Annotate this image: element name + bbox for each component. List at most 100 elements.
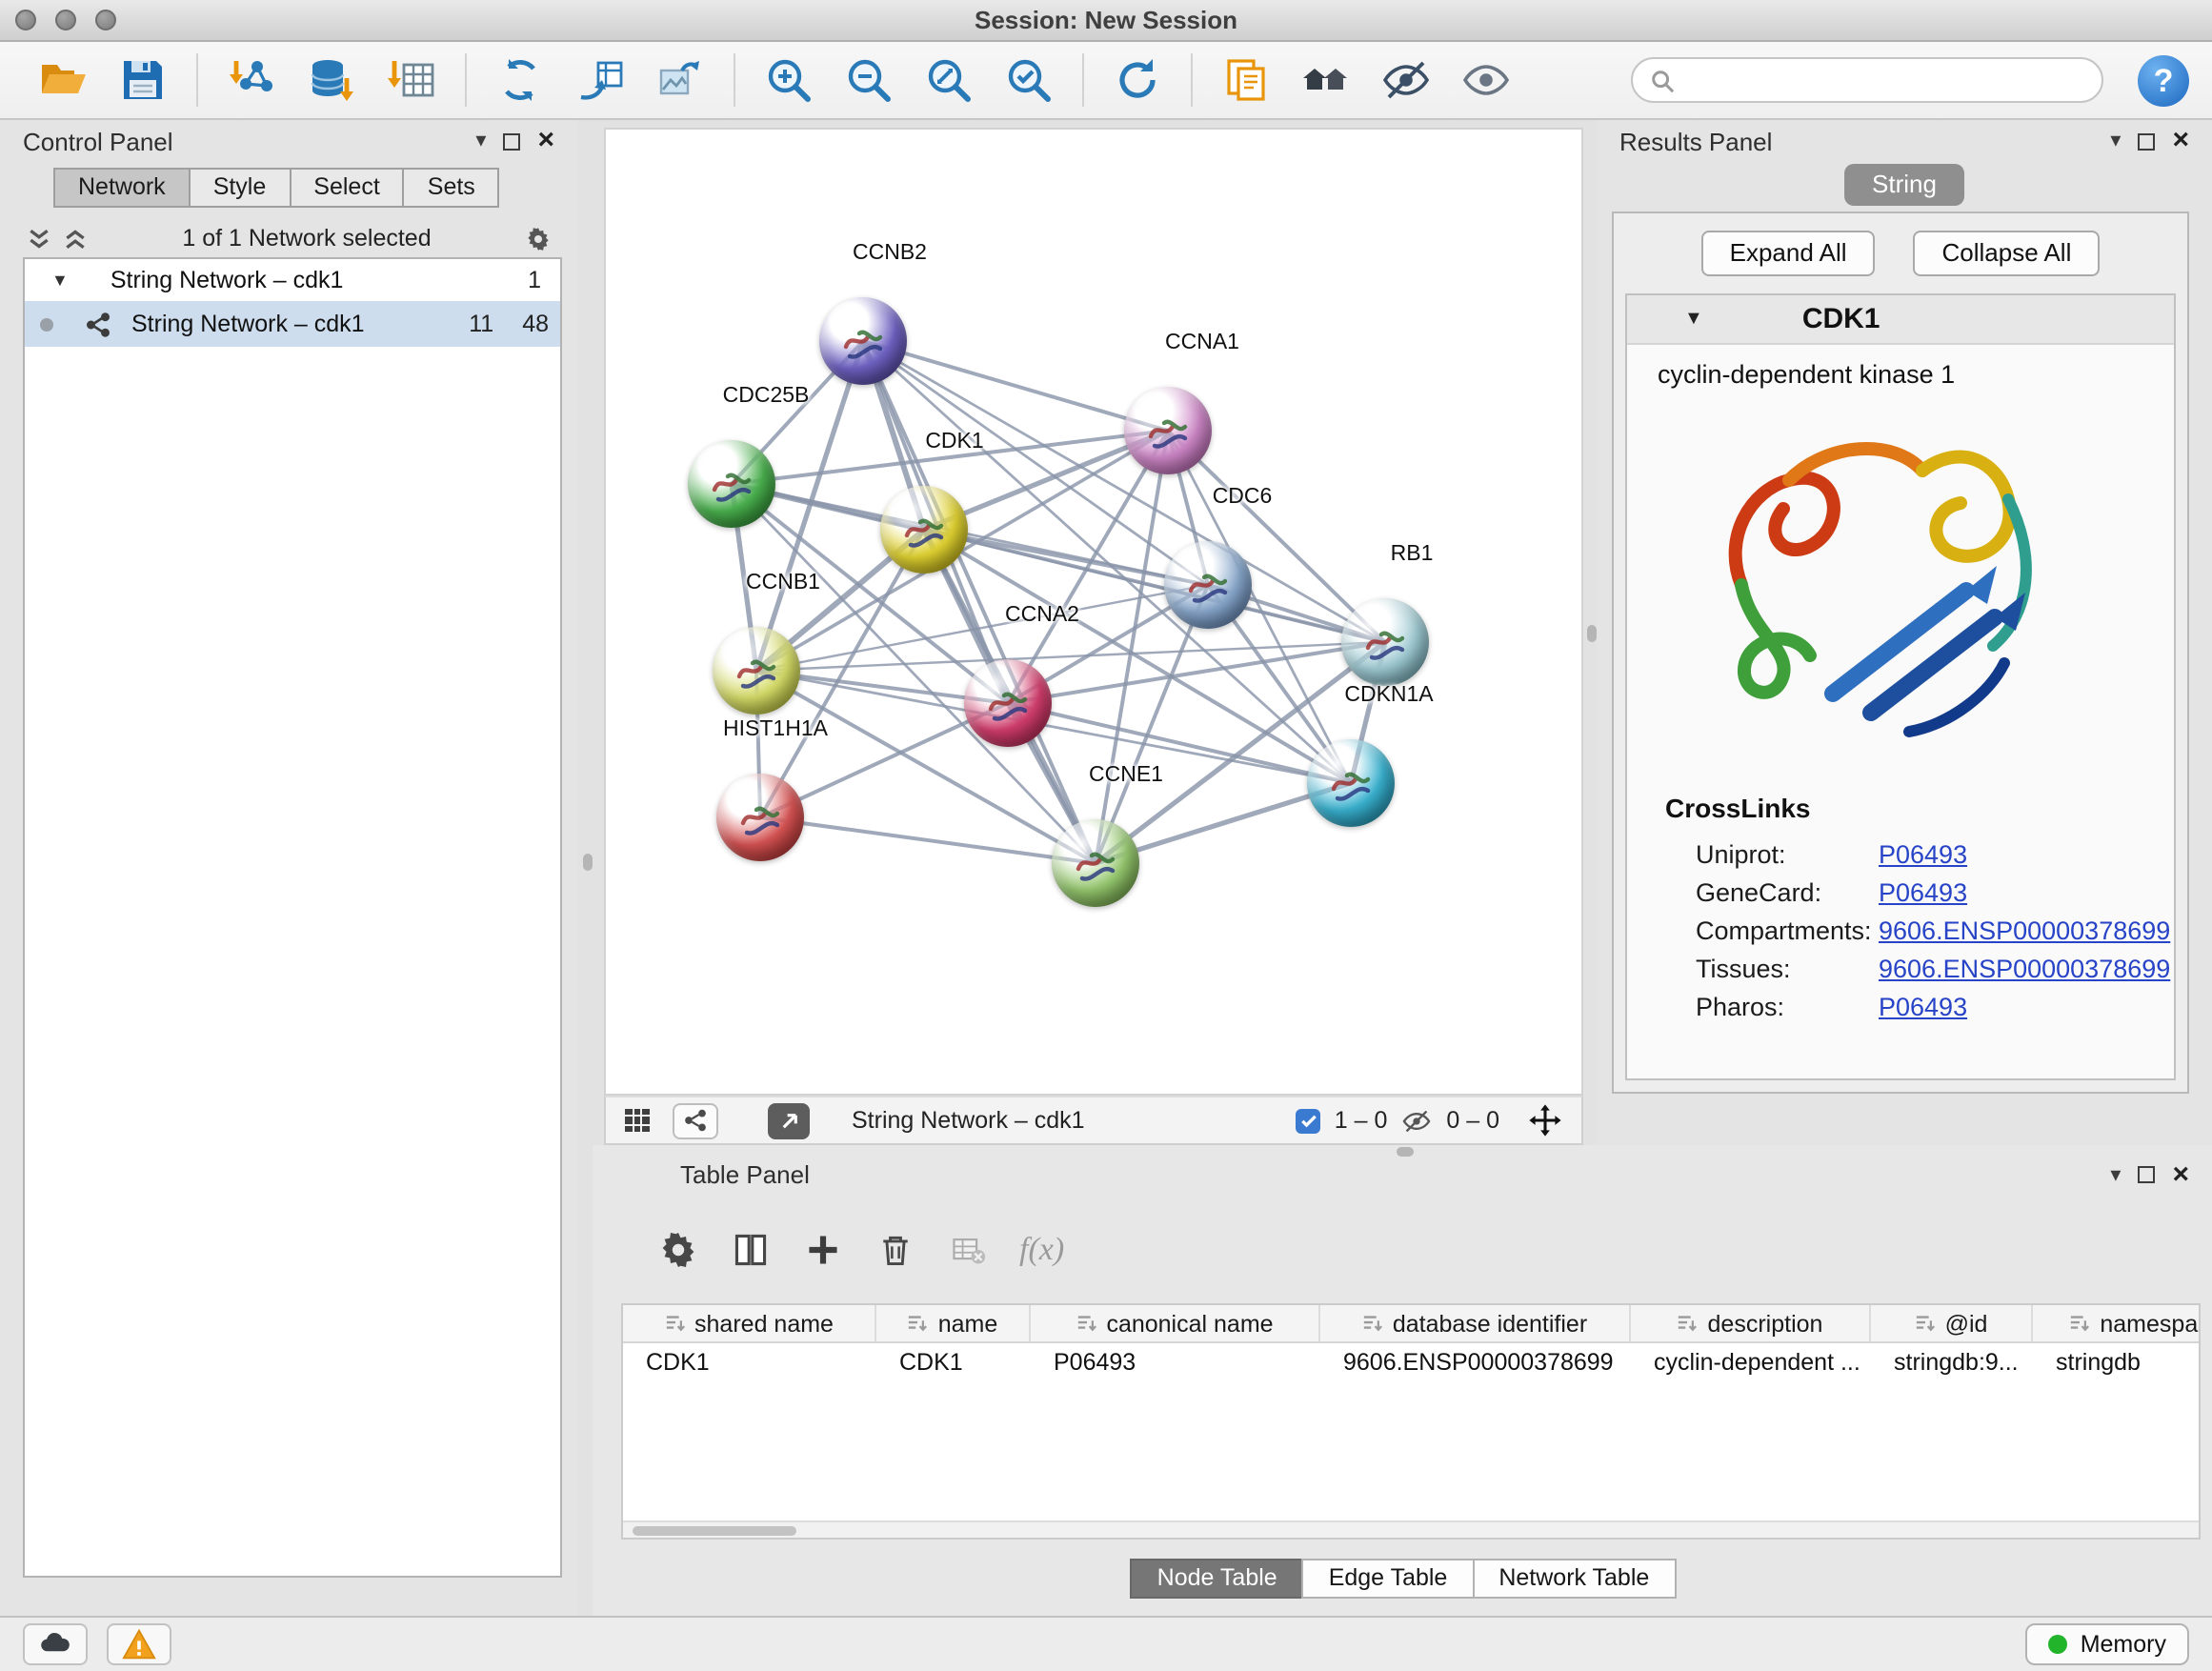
network-row[interactable]: String Network – cdk1 11 48 xyxy=(25,301,560,347)
crosslink-link[interactable]: P06493 xyxy=(1879,839,1967,868)
column-header-description[interactable]: description xyxy=(1631,1305,1871,1341)
table-horizontal-scrollbar[interactable] xyxy=(623,1520,2199,1538)
birdseye-home-button[interactable] xyxy=(1297,51,1355,109)
crosslink-link[interactable]: P06493 xyxy=(1879,877,1967,906)
collapse-all-button[interactable]: Collapse All xyxy=(1914,231,2101,276)
close-panel-icon[interactable]: × xyxy=(2172,1163,2189,1186)
crosslink-link[interactable]: 9606.ENSP00000378699 xyxy=(1879,916,2170,944)
string-results-tab[interactable]: String xyxy=(1843,164,1965,206)
crosslink-link[interactable]: 9606.ENSP00000378699 xyxy=(1879,954,2170,982)
zoom-in-button[interactable] xyxy=(760,51,817,109)
tab-sets[interactable]: Sets xyxy=(403,168,500,208)
protein-details-scroll[interactable]: ▼ CDK1 cyclin-dependent kinase 1 xyxy=(1625,293,2176,1080)
expand-all-button[interactable]: Expand All xyxy=(1701,231,1876,276)
import-network-from-file-button[interactable] xyxy=(223,51,280,109)
annotations-button[interactable] xyxy=(1217,51,1275,109)
tab-select[interactable]: Select xyxy=(289,168,405,208)
collection-expander-icon[interactable]: ▼ xyxy=(51,271,69,290)
network-edge-CCNB2-CCNA1[interactable] xyxy=(863,341,1168,431)
maximize-panel-icon[interactable] xyxy=(503,132,520,150)
float-panel-icon[interactable]: ▾ xyxy=(2110,131,2121,151)
tab-network[interactable]: Network xyxy=(53,168,191,208)
gear-icon[interactable] xyxy=(526,226,551,251)
expand-all-icon[interactable] xyxy=(63,226,88,251)
zoom-selected-button[interactable] xyxy=(1000,51,1057,109)
network-node-CDKN1A[interactable] xyxy=(1307,739,1395,827)
function-builder-button[interactable]: f(x) xyxy=(1019,1231,1064,1269)
network-node-CCNB1[interactable] xyxy=(713,627,800,715)
network-node-HIST1H1A[interactable] xyxy=(716,774,804,861)
clone-network-with-table-button[interactable] xyxy=(572,51,629,109)
network-edge-CCNA2-CDKN1A[interactable] xyxy=(1008,703,1351,783)
network-edge-CCNB2-CCNE1[interactable] xyxy=(863,341,1096,863)
network-edge-HIST1H1A-CCNE1[interactable] xyxy=(760,817,1096,863)
window-zoom-button[interactable] xyxy=(95,10,116,30)
refresh-layout-button[interactable] xyxy=(1109,51,1166,109)
network-node-CDC6[interactable] xyxy=(1164,541,1252,629)
import-network-from-database-button[interactable] xyxy=(303,51,360,109)
network-overview-button[interactable] xyxy=(673,1102,718,1138)
warnings-button[interactable] xyxy=(107,1623,171,1665)
open-session-button[interactable] xyxy=(34,51,91,109)
hide-selected-button[interactable] xyxy=(1377,51,1435,109)
search-input[interactable] xyxy=(1686,66,2084,94)
show-all-button[interactable] xyxy=(1458,51,1515,109)
table-settings-button[interactable] xyxy=(657,1229,699,1271)
network-node-CDC25B[interactable] xyxy=(688,440,775,528)
tab-edge-table[interactable]: Edge Table xyxy=(1302,1559,1475,1599)
network-node-label: CDC6 xyxy=(1213,486,1273,509)
tab-node-table[interactable]: Node Table xyxy=(1131,1559,1304,1599)
crosslink-link[interactable]: P06493 xyxy=(1879,992,1967,1020)
export-network-image-button[interactable] xyxy=(652,51,709,109)
tab-network-table[interactable]: Network Table xyxy=(1472,1559,1676,1599)
network-node-CDK1[interactable] xyxy=(880,486,968,574)
protein-section-header[interactable]: ▼ CDK1 xyxy=(1627,295,2174,345)
window-minimize-button[interactable] xyxy=(55,10,76,30)
network-node-CCNA2[interactable] xyxy=(964,659,1052,747)
column-header-namespace[interactable]: namespace xyxy=(2033,1305,2201,1341)
close-panel-icon[interactable]: × xyxy=(537,130,554,152)
cloud-sync-button[interactable] xyxy=(23,1623,88,1665)
save-session-button[interactable] xyxy=(114,51,171,109)
create-column-button[interactable] xyxy=(802,1229,844,1271)
network-from-selection-button[interactable] xyxy=(492,51,549,109)
collapse-all-icon[interactable] xyxy=(27,226,51,251)
import-table-button[interactable] xyxy=(383,51,440,109)
network-node-CCNB2[interactable] xyxy=(819,297,907,385)
float-panel-icon[interactable]: ▾ xyxy=(475,131,486,151)
collapse-section-icon[interactable]: ▼ xyxy=(1684,309,1703,330)
delete-table-button[interactable] xyxy=(947,1229,989,1271)
scrollbar-thumb[interactable] xyxy=(633,1525,796,1536)
column-header--id[interactable]: @id xyxy=(1871,1305,2033,1341)
grid-view-icon[interactable] xyxy=(625,1108,650,1133)
zoom-fit-button[interactable] xyxy=(920,51,977,109)
network-collection-row[interactable]: ▼ String Network – cdk1 1 xyxy=(25,259,560,301)
tab-style[interactable]: Style xyxy=(189,168,292,208)
network-node-RB1[interactable] xyxy=(1341,598,1429,686)
search-field[interactable] xyxy=(1631,57,2103,103)
maximize-panel-icon[interactable] xyxy=(2138,132,2155,150)
left-splitter-handle[interactable] xyxy=(583,854,593,871)
close-panel-icon[interactable]: × xyxy=(2172,130,2189,152)
network-node-CCNE1[interactable] xyxy=(1052,819,1139,907)
detach-view-button[interactable] xyxy=(768,1102,810,1138)
right-splitter-handle[interactable] xyxy=(1587,625,1597,642)
memory-button[interactable]: Memory xyxy=(2025,1623,2189,1665)
network-node-CCNA1[interactable] xyxy=(1124,387,1212,474)
column-header-name[interactable]: name xyxy=(876,1305,1031,1341)
table-row[interactable]: CDK1CDK1P064939606.ENSP00000378699cyclin… xyxy=(623,1343,2199,1381)
selected-count-checkbox[interactable] xyxy=(1297,1108,1321,1133)
zoom-out-button[interactable] xyxy=(840,51,897,109)
pan-mode-icon[interactable] xyxy=(1528,1103,1562,1137)
bottom-splitter-handle[interactable] xyxy=(1397,1147,1414,1157)
delete-column-button[interactable] xyxy=(875,1229,916,1271)
column-header-canonical-name[interactable]: canonical name xyxy=(1031,1305,1320,1341)
help-button[interactable]: ? xyxy=(2138,54,2189,106)
column-header-shared-name[interactable]: shared name xyxy=(623,1305,876,1341)
float-panel-icon[interactable]: ▾ xyxy=(2110,1165,2121,1184)
maximize-panel-icon[interactable] xyxy=(2138,1166,2155,1183)
column-header-database-identifier[interactable]: database identifier xyxy=(1320,1305,1631,1341)
window-close-button[interactable] xyxy=(15,10,36,30)
network-view-canvas[interactable]: CCNB2CCNA1CDC25BCDK1CDC6RB1CCNB1CCNA2CDK… xyxy=(604,128,1583,1096)
show-columns-button[interactable] xyxy=(730,1229,772,1271)
